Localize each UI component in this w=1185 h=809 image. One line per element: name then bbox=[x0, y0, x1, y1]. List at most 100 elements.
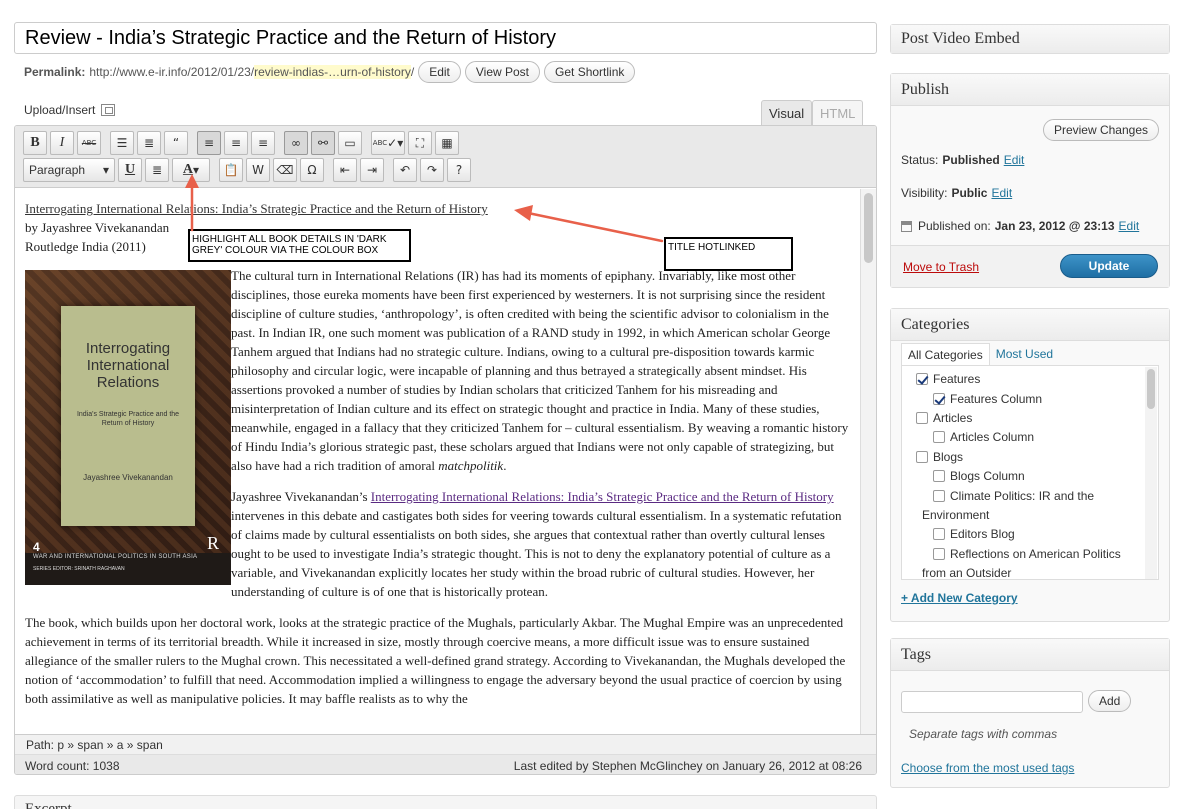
get-shortlink-button[interactable]: Get Shortlink bbox=[544, 61, 636, 83]
tab-most-used[interactable]: Most Used bbox=[990, 343, 1059, 365]
move-to-trash-link[interactable]: Move to Trash bbox=[903, 260, 979, 274]
permalink-bar: Permalink: http://www.e-ir.info/2012/01/… bbox=[24, 61, 636, 83]
toolbar-row-1: B I ABC ☰ ≣ “ ≡ ≡ ≡ ∞ ⚯ ▭ ABC ✓▾ ⛶ ▦ bbox=[23, 131, 459, 155]
book-cover-image[interactable]: Interrogating International Relations In… bbox=[25, 270, 231, 585]
redo-icon[interactable]: ↷ bbox=[420, 158, 444, 182]
text-color-icon[interactable]: A ▾ bbox=[172, 158, 210, 182]
preview-changes-button[interactable]: Preview Changes bbox=[1042, 119, 1159, 141]
path-value[interactable]: p » span » a » span bbox=[57, 738, 162, 752]
checkbox[interactable] bbox=[916, 412, 928, 424]
bold-icon[interactable]: B bbox=[23, 131, 47, 155]
paste-text-icon[interactable]: 📋 bbox=[219, 158, 243, 182]
format-select[interactable]: Paragraph ▾ bbox=[23, 158, 115, 182]
align-left-icon[interactable]: ≡ bbox=[197, 131, 221, 155]
scrollbar-thumb[interactable] bbox=[864, 193, 873, 263]
checkbox-checked[interactable] bbox=[916, 373, 928, 385]
indent-icon[interactable]: ⇥ bbox=[360, 158, 384, 182]
categories-box: Categories All Categories Most Used Feat… bbox=[890, 308, 1170, 622]
paragraph-2-start: Jayashree Vivekanandan’s bbox=[231, 489, 371, 504]
numbered-list-icon[interactable]: ≣ bbox=[137, 131, 161, 155]
tab-visual[interactable]: Visual bbox=[761, 100, 813, 126]
cover-panel: Interrogating International Relations In… bbox=[61, 306, 195, 526]
permalink-slug[interactable]: review-indias-…urn-of-history bbox=[254, 65, 411, 79]
category-item[interactable]: Climate Politics: IR and the bbox=[933, 487, 1094, 506]
book-inline-link[interactable]: Interrogating International Relations: I… bbox=[371, 489, 834, 504]
post-editor: B I ABC ☰ ≣ “ ≡ ≡ ≡ ∞ ⚯ ▭ ABC ✓▾ ⛶ ▦ Para… bbox=[14, 125, 877, 775]
paragraph-3: The book, which builds upon her doctoral… bbox=[25, 615, 846, 706]
published-value: Jan 23, 2012 @ 23:13 bbox=[994, 219, 1115, 233]
cover-title: Interrogating International Relations bbox=[85, 340, 171, 391]
category-item[interactable]: Articles bbox=[916, 409, 972, 428]
link-icon[interactable]: ∞ bbox=[284, 131, 308, 155]
post-title-field[interactable] bbox=[14, 22, 877, 54]
align-right-icon[interactable]: ≡ bbox=[251, 131, 275, 155]
remove-format-icon[interactable]: ⌫ bbox=[273, 158, 297, 182]
categories-title[interactable]: Categories bbox=[891, 309, 1169, 341]
tag-input[interactable] bbox=[901, 691, 1083, 713]
visibility-edit-link[interactable]: Edit bbox=[991, 186, 1012, 200]
video-embed-box[interactable]: Post Video Embed bbox=[890, 24, 1170, 54]
visibility-value: Public bbox=[951, 186, 988, 200]
editor-content[interactable]: Interrogating International Relations: I… bbox=[15, 189, 861, 737]
category-label: Articles Column bbox=[950, 430, 1035, 444]
special-char-icon[interactable]: Ω bbox=[300, 158, 324, 182]
visibility-row: Visibility: Public Edit bbox=[901, 186, 1012, 200]
category-item[interactable]: Features bbox=[916, 370, 980, 389]
excerpt-box[interactable]: Excerpt bbox=[14, 795, 877, 809]
add-new-category-link[interactable]: + Add New Category bbox=[901, 591, 1018, 605]
published-edit-link[interactable]: Edit bbox=[1119, 219, 1140, 233]
tags-title[interactable]: Tags bbox=[891, 639, 1169, 671]
book-title-link[interactable]: Interrogating International Relations: I… bbox=[25, 201, 488, 216]
post-title-input[interactable] bbox=[15, 23, 876, 53]
video-embed-title[interactable]: Post Video Embed bbox=[891, 25, 1169, 53]
help-icon[interactable]: ? bbox=[447, 158, 471, 182]
checkbox[interactable] bbox=[933, 548, 945, 560]
italic-icon[interactable]: I bbox=[50, 131, 74, 155]
spellcheck-icon[interactable]: ABC ✓▾ bbox=[371, 131, 405, 155]
underline-icon[interactable]: U bbox=[118, 158, 142, 182]
tab-html[interactable]: HTML bbox=[812, 100, 864, 126]
paragraph-1-text: The cultural turn in International Relat… bbox=[231, 268, 849, 473]
checkbox[interactable] bbox=[933, 528, 945, 540]
fullscreen-icon[interactable]: ⛶ bbox=[408, 131, 432, 155]
strikethrough-icon[interactable]: ABC bbox=[77, 131, 101, 155]
justify-icon[interactable]: ≣ bbox=[145, 158, 169, 182]
checkbox[interactable] bbox=[933, 431, 945, 443]
status-edit-link[interactable]: Edit bbox=[1004, 153, 1025, 167]
update-button[interactable]: Update bbox=[1060, 254, 1158, 278]
edit-permalink-button[interactable]: Edit bbox=[418, 61, 461, 83]
more-tag-icon[interactable]: ▭ bbox=[338, 131, 362, 155]
undo-icon[interactable]: ↶ bbox=[393, 158, 417, 182]
checkbox[interactable] bbox=[916, 451, 928, 463]
permalink-label: Permalink: bbox=[24, 65, 86, 79]
add-tag-button[interactable]: Add bbox=[1088, 690, 1132, 712]
scrollbar-thumb[interactable] bbox=[1147, 369, 1155, 409]
bullet-list-icon[interactable]: ☰ bbox=[110, 131, 134, 155]
align-center-icon[interactable]: ≡ bbox=[224, 131, 248, 155]
editor-scrollbar[interactable] bbox=[860, 189, 876, 737]
category-scrollbar[interactable] bbox=[1145, 367, 1157, 579]
unlink-icon[interactable]: ⚯ bbox=[311, 131, 335, 155]
tab-all-categories[interactable]: All Categories bbox=[901, 343, 990, 365]
checkbox[interactable] bbox=[933, 490, 945, 502]
choose-tags-link[interactable]: Choose from the most used tags bbox=[901, 761, 1074, 775]
category-label-cont: Environment bbox=[922, 508, 990, 522]
kitchen-sink-icon[interactable]: ▦ bbox=[435, 131, 459, 155]
blockquote-icon[interactable]: “ bbox=[164, 131, 188, 155]
publish-body: Preview Changes Status: Published Edit Vis… bbox=[891, 107, 1169, 245]
checkbox-checked[interactable] bbox=[933, 393, 945, 405]
category-item[interactable]: Blogs Column bbox=[933, 467, 1025, 486]
paste-word-icon[interactable]: W bbox=[246, 158, 270, 182]
checkbox[interactable] bbox=[933, 470, 945, 482]
category-item[interactable]: Blogs bbox=[916, 448, 963, 467]
add-media-icon[interactable] bbox=[101, 104, 116, 116]
publish-title[interactable]: Publish bbox=[891, 74, 1169, 106]
outdent-icon[interactable]: ⇤ bbox=[333, 158, 357, 182]
category-item[interactable]: Reflections on American Politics bbox=[933, 545, 1121, 564]
upload-insert[interactable]: Upload/Insert bbox=[24, 103, 116, 117]
category-item[interactable]: Editors Blog bbox=[933, 525, 1015, 544]
category-item[interactable]: Articles Column bbox=[933, 428, 1034, 447]
view-post-button[interactable]: View Post bbox=[464, 61, 541, 83]
category-item[interactable]: Features Column bbox=[933, 390, 1042, 409]
published-row: Published on: Jan 23, 2012 @ 23:13 Edit bbox=[901, 219, 1139, 233]
